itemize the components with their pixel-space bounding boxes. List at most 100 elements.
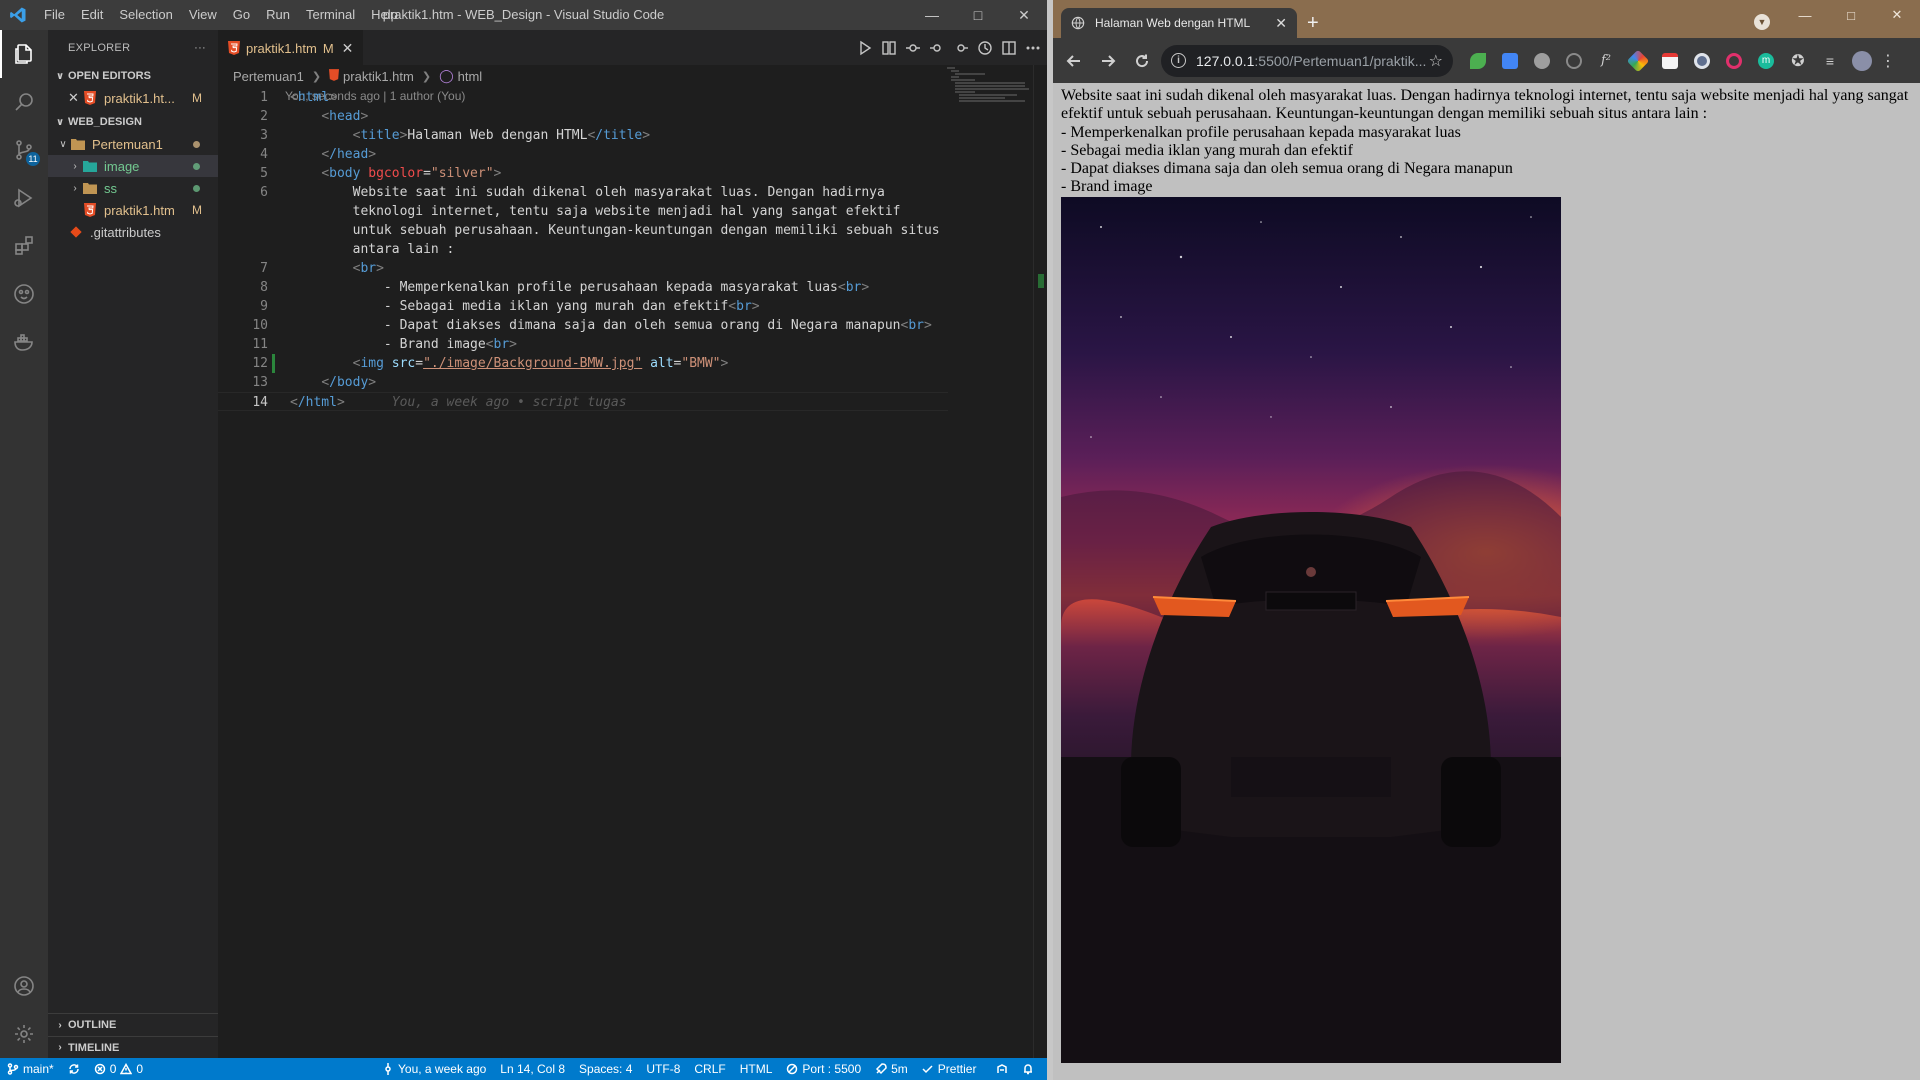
menu-selection[interactable]: Selection (111, 0, 180, 30)
forward-arrow-icon[interactable] (1093, 46, 1123, 76)
next-change-icon[interactable] (953, 40, 969, 56)
search-icon[interactable] (0, 78, 48, 126)
menu-file[interactable]: File (36, 0, 73, 30)
editor-tab-praktik1[interactable]: praktik1.htm M ✕ (218, 30, 364, 65)
git-blame-status[interactable]: You, a week ago (375, 1062, 493, 1076)
file-gitattributes[interactable]: .gitattributes (48, 221, 218, 243)
playlist-icon[interactable]: ≡ (1817, 48, 1843, 74)
language-mode[interactable]: HTML (733, 1062, 780, 1076)
vscode-window: praktik1.htm - WEB_Design - Visual Studi… (0, 0, 1047, 1080)
menu-icon[interactable]: ⋮ (1880, 48, 1896, 74)
back-arrow-icon[interactable] (1059, 46, 1089, 76)
timeline-section[interactable]: › TIMELINE (48, 1036, 218, 1058)
open-changes-icon[interactable] (905, 40, 921, 56)
file-praktik1-label: praktik1.htm (104, 202, 175, 218)
maximize-icon[interactable]: □ (1828, 0, 1874, 30)
ring-icon[interactable] (1721, 48, 1747, 74)
docker-icon[interactable] (0, 318, 48, 366)
maximize-icon[interactable]: □ (955, 0, 1001, 30)
live-server-port[interactable]: Port : 5500 (779, 1062, 868, 1076)
close-icon[interactable]: ✕ (68, 90, 82, 106)
note-icon[interactable] (1657, 48, 1683, 74)
explorer-more-icon[interactable]: ··· (194, 42, 206, 54)
folder-pertemuan1[interactable]: ∨ Pertemuan1 (48, 133, 218, 155)
profile-icon[interactable] (1849, 48, 1875, 74)
menu-edit[interactable]: Edit (73, 0, 111, 30)
compare-changes-icon[interactable] (881, 40, 897, 56)
line-number: 2 (260, 109, 268, 124)
indentation[interactable]: Spaces: 4 (572, 1062, 639, 1076)
menu-terminal[interactable]: Terminal (298, 0, 363, 30)
gear-icon[interactable] (1529, 48, 1555, 74)
m-icon[interactable]: m (1753, 48, 1779, 74)
tab-search-icon[interactable]: ▼ (1754, 14, 1770, 30)
browser-tab[interactable]: Halaman Web dengan HTML ✕ (1061, 8, 1297, 38)
branch-indicator[interactable]: main* (0, 1062, 61, 1076)
outline-section[interactable]: › OUTLINE (48, 1014, 218, 1036)
address-bar[interactable]: i 127.0.0.1:5500/Pertemuan1/praktik... ☆ (1161, 44, 1453, 77)
previous-change-icon[interactable] (929, 40, 945, 56)
cursor-position[interactable]: Ln 14, Col 8 (493, 1062, 572, 1076)
settings-gear-icon[interactable] (0, 1010, 48, 1058)
translate-icon[interactable] (1497, 48, 1523, 74)
wakatime-status[interactable]: 5m (868, 1062, 915, 1076)
tab-modified-status: M (322, 40, 334, 56)
breadcrumb-symbol[interactable]: html (458, 69, 483, 84)
sync-icon[interactable] (61, 1063, 87, 1075)
menu-run[interactable]: Run (258, 0, 298, 30)
extensions-icon[interactable] (0, 222, 48, 270)
breadcrumb-folder[interactable]: Pertemuan1 (233, 69, 304, 84)
circle-icon[interactable] (1689, 48, 1715, 74)
open-editors-section[interactable]: ∨ OPEN EDITORS (48, 65, 218, 87)
open-editor-item[interactable]: ✕ praktik1.ht... M (48, 87, 218, 109)
file-praktik1[interactable]: praktik1.htm M (48, 199, 218, 221)
source-control-icon[interactable]: 11 (0, 126, 48, 174)
gutter-modified-marker[interactable] (272, 354, 275, 373)
puzzle-icon[interactable]: ✪ (1785, 48, 1811, 74)
paw-icon[interactable] (0, 270, 48, 318)
folder-image[interactable]: › image (48, 155, 218, 177)
html5-file-icon (82, 202, 98, 218)
folder-ss[interactable]: › ss (48, 177, 218, 199)
untracked-dot (193, 184, 200, 192)
bookmark-star-icon[interactable]: ☆ (1429, 51, 1443, 71)
run-icon[interactable] (857, 40, 873, 56)
problems-indicator[interactable]: 0 0 (87, 1062, 150, 1076)
line-ending[interactable]: CRLF (687, 1062, 732, 1076)
line-number (218, 202, 268, 221)
info-icon[interactable]: i (1171, 53, 1186, 68)
reload-icon[interactable] (1127, 46, 1157, 76)
close-icon[interactable]: ✕ (1001, 0, 1047, 30)
explorer-icon[interactable] (0, 30, 48, 78)
new-tab-icon[interactable]: + (1307, 12, 1319, 34)
minimize-icon[interactable]: — (1782, 0, 1828, 30)
prettier-status[interactable]: Prettier (915, 1062, 984, 1076)
window-controls: — □ ✕ (909, 0, 1047, 30)
line-number: 13 (252, 375, 268, 390)
tab-close-icon[interactable]: ✕ (342, 40, 354, 57)
vertical-scrollbar[interactable] (1033, 65, 1047, 1058)
menu-go[interactable]: Go (225, 0, 258, 30)
formula-icon[interactable]: f² (1593, 48, 1619, 74)
encoding[interactable]: UTF-8 (639, 1062, 687, 1076)
minimize-icon[interactable]: — (909, 0, 955, 30)
leaf-icon[interactable] (1465, 48, 1491, 74)
color-picker-icon[interactable] (1625, 48, 1651, 74)
workspace-section[interactable]: ∨ WEB_DESIGN (48, 111, 218, 133)
accounts-icon[interactable] (0, 962, 48, 1010)
timeline-toggle-icon[interactable] (977, 40, 993, 56)
tab-close-icon[interactable]: ✕ (1275, 15, 1287, 32)
code-line: 12 <img src="./image/Background-BMW.jpg"… (218, 354, 948, 373)
notifications-bell-icon[interactable] (1015, 1063, 1041, 1075)
close-icon[interactable]: ✕ (1874, 0, 1920, 30)
more-actions-icon[interactable] (1025, 40, 1041, 56)
breadcrumb-file[interactable]: praktik1.htm (343, 69, 414, 84)
minimap[interactable] (945, 65, 1033, 105)
crosshair-icon[interactable] (1561, 48, 1587, 74)
feedback-icon[interactable] (989, 1063, 1015, 1075)
menu-view[interactable]: View (181, 0, 225, 30)
run-debug-icon[interactable] (0, 174, 48, 222)
split-editor-icon[interactable] (1001, 40, 1017, 56)
code-editor[interactable]: 1 <html> 2 <head> 3 <title>Halaman Web de… (218, 88, 948, 411)
menu-help[interactable]: Help (363, 0, 406, 30)
